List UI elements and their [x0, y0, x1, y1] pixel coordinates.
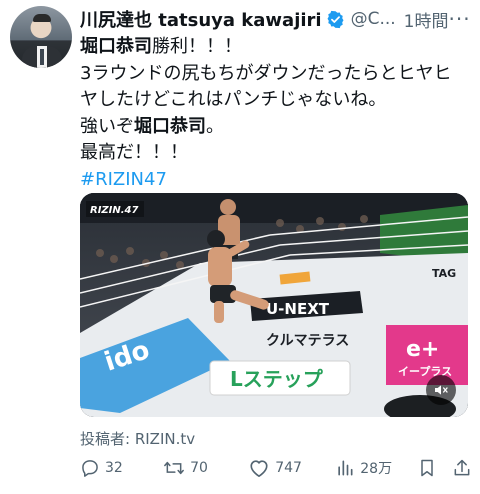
video-frame: ido U-NEXT クルマテラス Lステップ e+ イープラス TAG RIZ… [80, 193, 468, 417]
verified-badge-icon [326, 10, 345, 29]
tweet-line-4-end: 。 [206, 115, 224, 137]
repost-count: 70 [190, 460, 208, 476]
author-handle[interactable]: @C... [351, 9, 396, 29]
avatar-hair [33, 14, 51, 22]
tweet-line-5: 最高だ！！！ [80, 142, 188, 163]
tweet-line-1-rest: 勝利！！！ [152, 36, 242, 57]
repost-button[interactable]: 70 [163, 458, 248, 478]
mute-button[interactable] [426, 375, 456, 405]
tweet-header: 川尻達也 tatsuya kawajiri @C... 1時間 ··· [80, 6, 471, 32]
tweet-line-4: 強いぞ堀口恭司。 [80, 114, 472, 141]
like-count: 747 [275, 460, 302, 476]
bookmark-button[interactable] [418, 458, 452, 478]
tweet-bold-name: 堀口恭司 [80, 36, 152, 57]
reply-icon [82, 460, 98, 477]
share-icon [454, 459, 470, 476]
repost-icon [164, 461, 185, 475]
avatar-tie [40, 49, 44, 65]
reply-button[interactable]: 32 [80, 458, 163, 478]
tweet-line-4-start: 強いぞ [80, 115, 134, 137]
tweet-text: 堀口恭司勝利！！！ 3ラウンドの尻もちがダウンだったらとヒヤヒ ヤしたけどこれは… [80, 34, 472, 193]
tweet-line-3: ヤしたけどこれはパンチじゃないね。 [80, 89, 387, 110]
reply-count: 32 [105, 460, 123, 476]
source-attribution[interactable]: 投稿者: RIZIN.tv [80, 428, 195, 449]
views-button[interactable]: 28万 [335, 458, 418, 478]
hashtag-link[interactable]: #RIZIN47 [80, 167, 472, 194]
mat-text-eplus: e+ [406, 337, 439, 362]
broadcast-logo: RIZIN.47 [90, 205, 139, 216]
share-button[interactable] [452, 458, 472, 478]
tweet-line-2: 3ラウンドの尻もちがダウンだったらとヒヤヒ [80, 62, 452, 84]
mat-text-lstep: Lステップ [230, 367, 324, 391]
mat-text-tag: TAG [432, 267, 456, 280]
mat-text-kurumaterasu: クルマテラス [266, 333, 349, 349]
avatar[interactable] [10, 6, 72, 68]
mat-text-unext: U-NEXT [266, 300, 330, 318]
like-button[interactable]: 747 [248, 458, 335, 478]
author-name[interactable]: 川尻達也 tatsuya kawajiri [80, 6, 322, 32]
action-bar: 32 70 747 28万 [80, 456, 472, 480]
view-count: 28万 [360, 461, 393, 477]
speaker-muted-icon [435, 385, 448, 395]
heart-icon [250, 460, 268, 477]
video-player[interactable]: ido U-NEXT クルマテラス Lステップ e+ イープラス TAG RIZ… [80, 193, 468, 417]
bookmark-icon [421, 459, 434, 477]
post-time[interactable]: 1時間 [404, 7, 449, 32]
tweet-bold-name-2: 堀口恭司 [134, 115, 206, 137]
more-options-icon[interactable]: ··· [449, 7, 471, 31]
tweet-line-1: 堀口恭司勝利！！！ [80, 34, 472, 61]
bar-chart-icon [338, 460, 353, 476]
